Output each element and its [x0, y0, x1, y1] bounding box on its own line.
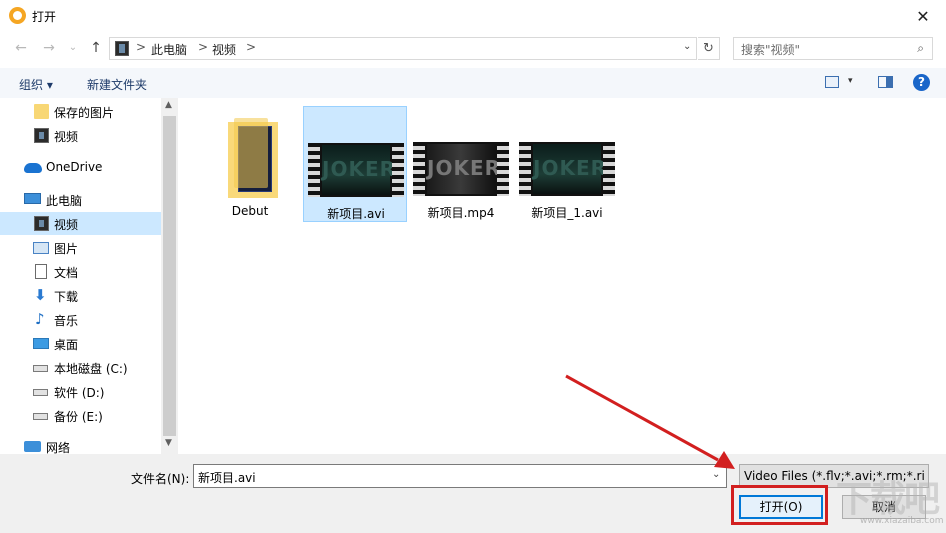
- filename-dropdown-icon[interactable]: ⌄: [712, 469, 720, 480]
- search-placeholder: 搜索"视频": [741, 43, 801, 57]
- file-item-debut[interactable]: Debut: [198, 106, 302, 222]
- breadcrumb-videos[interactable]: 视频: [212, 41, 236, 58]
- music-icon: ♪: [35, 310, 45, 328]
- scroll-up-icon[interactable]: ▲: [165, 100, 172, 110]
- annotation-highlight-box: [731, 485, 828, 525]
- file-name: 新项目.mp4: [427, 206, 495, 220]
- video-icon: [34, 216, 49, 231]
- thumbnail-text: JOKER: [427, 156, 502, 180]
- close-button[interactable]: ✕: [900, 0, 946, 32]
- video-thumbnail: JOKER: [413, 142, 509, 196]
- nav-item-label: 保存的图片: [54, 106, 115, 120]
- cloud-icon: [24, 163, 42, 173]
- file-item[interactable]: JOKER 新项目.mp4: [409, 106, 513, 222]
- new-folder-button[interactable]: 新建文件夹: [87, 76, 147, 93]
- network-icon: [24, 441, 41, 452]
- folder-icon: [34, 104, 49, 119]
- app-logo-icon: [9, 7, 26, 24]
- scrollbar-thumb[interactable]: [163, 116, 176, 436]
- thumbnail-text: JOKER: [322, 157, 397, 181]
- video-folder-icon: [115, 41, 129, 56]
- drive-icon: [33, 365, 48, 372]
- filename-field[interactable]: 新项目.avi ⌄: [193, 464, 727, 488]
- filename-label: 文件名(N):: [131, 472, 190, 486]
- document-icon: [35, 264, 47, 279]
- back-button[interactable]: ←: [12, 40, 30, 56]
- nav-item-drive-e[interactable]: 备份 (E:): [0, 404, 161, 427]
- nav-item-saved-pictures[interactable]: 保存的图片: [0, 100, 161, 123]
- refresh-button[interactable]: ↻: [698, 37, 720, 60]
- nav-item-music[interactable]: ♪ 音乐: [0, 308, 161, 331]
- nav-item-videos-quick[interactable]: 视频: [0, 124, 161, 147]
- recent-locations-button[interactable]: ⌄: [64, 40, 82, 56]
- window-title: 打开: [32, 10, 57, 24]
- thumbnail-text: JOKER: [533, 156, 608, 180]
- nav-item-label: 软件 (D:): [54, 386, 105, 400]
- dialog-footer: 文件名(N): 新项目.avi ⌄ Video Files (*.flv;*.a…: [0, 454, 946, 533]
- file-name: 新项目.avi: [327, 207, 385, 221]
- nav-item-this-pc[interactable]: 此电脑: [0, 188, 161, 211]
- nav-item-drive-c[interactable]: 本地磁盘 (C:): [0, 356, 161, 379]
- breadcrumb-separator: >: [246, 40, 257, 54]
- watermark: 下载吧: [836, 479, 940, 520]
- nav-item-label: 此电脑: [46, 194, 83, 208]
- nav-item-desktop[interactable]: 桌面: [0, 332, 161, 355]
- nav-item-documents[interactable]: 文档: [0, 260, 161, 283]
- nav-item-label: 音乐: [54, 314, 79, 328]
- breadcrumb-separator: >: [198, 40, 209, 54]
- nav-item-videos[interactable]: 视频: [0, 212, 161, 235]
- nav-item-onedrive[interactable]: OneDrive: [0, 156, 161, 179]
- organize-button[interactable]: 组织 ▾: [19, 76, 53, 93]
- address-bar[interactable]: > 此电脑 > 视频 > ⌄: [109, 37, 697, 60]
- nav-item-label: 本地磁盘 (C:): [54, 362, 128, 376]
- nav-item-drive-d[interactable]: 软件 (D:): [0, 380, 161, 403]
- command-toolbar: 组织 ▾ 新建文件夹 ▾ ?: [0, 68, 946, 98]
- video-thumbnail: JOKER: [519, 142, 615, 196]
- help-icon[interactable]: ?: [913, 74, 930, 91]
- file-item-selected[interactable]: JOKER 新项目.avi: [303, 106, 407, 222]
- breadcrumb-separator: >: [136, 40, 147, 54]
- download-icon: ⬇: [34, 286, 47, 304]
- picture-icon: [33, 242, 49, 254]
- video-thumbnail: JOKER: [308, 143, 404, 197]
- file-item[interactable]: JOKER 新项目_1.avi: [515, 106, 619, 222]
- preview-pane-icon[interactable]: [878, 76, 893, 88]
- change-view-icon[interactable]: [825, 76, 839, 88]
- search-icon: ⌕: [917, 41, 924, 55]
- nav-item-label: 下载: [54, 290, 79, 304]
- computer-icon: [24, 193, 41, 204]
- up-button[interactable]: ↑: [87, 40, 105, 56]
- nav-item-label: 备份 (E:): [54, 410, 103, 424]
- nav-item-label: 视频: [54, 218, 79, 232]
- folder-icon: [234, 118, 268, 188]
- search-input[interactable]: 搜索"视频" ⌕: [733, 37, 933, 60]
- desktop-icon: [33, 338, 49, 349]
- title-bar: 打开 ✕: [0, 0, 946, 32]
- watermark-url: www.xiazaiba.com: [860, 516, 944, 526]
- nav-item-label: 桌面: [54, 338, 79, 352]
- nav-item-label: OneDrive: [46, 160, 103, 174]
- nav-item-downloads[interactable]: ⬇ 下载: [0, 284, 161, 307]
- breadcrumb-this-pc[interactable]: 此电脑: [151, 41, 187, 58]
- video-icon: [34, 128, 49, 143]
- view-options-dropdown-icon[interactable]: ▾: [848, 76, 853, 86]
- nav-scrollbar[interactable]: ▲ ▼: [161, 98, 178, 454]
- file-list: Debut JOKER 新项目.avi JOKER 新项目.mp4 JOKER …: [178, 98, 946, 454]
- scroll-down-icon[interactable]: ▼: [165, 438, 172, 448]
- forward-button[interactable]: →: [40, 40, 58, 56]
- drive-icon: [33, 389, 48, 396]
- filename-value: 新项目.avi: [198, 471, 256, 485]
- file-name: Debut: [231, 204, 269, 218]
- navigation-pane: 保存的图片 视频 OneDrive 此电脑 视频 图片 文档 ⬇ 下载 ♪ 音乐…: [0, 98, 178, 455]
- nav-item-label: 文档: [54, 266, 79, 280]
- nav-item-label: 图片: [54, 242, 79, 256]
- file-name: 新项目_1.avi: [531, 206, 603, 220]
- nav-item-label: 视频: [54, 130, 79, 144]
- nav-item-pictures[interactable]: 图片: [0, 236, 161, 259]
- address-dropdown-icon[interactable]: ⌄: [683, 41, 691, 52]
- drive-icon: [33, 413, 48, 420]
